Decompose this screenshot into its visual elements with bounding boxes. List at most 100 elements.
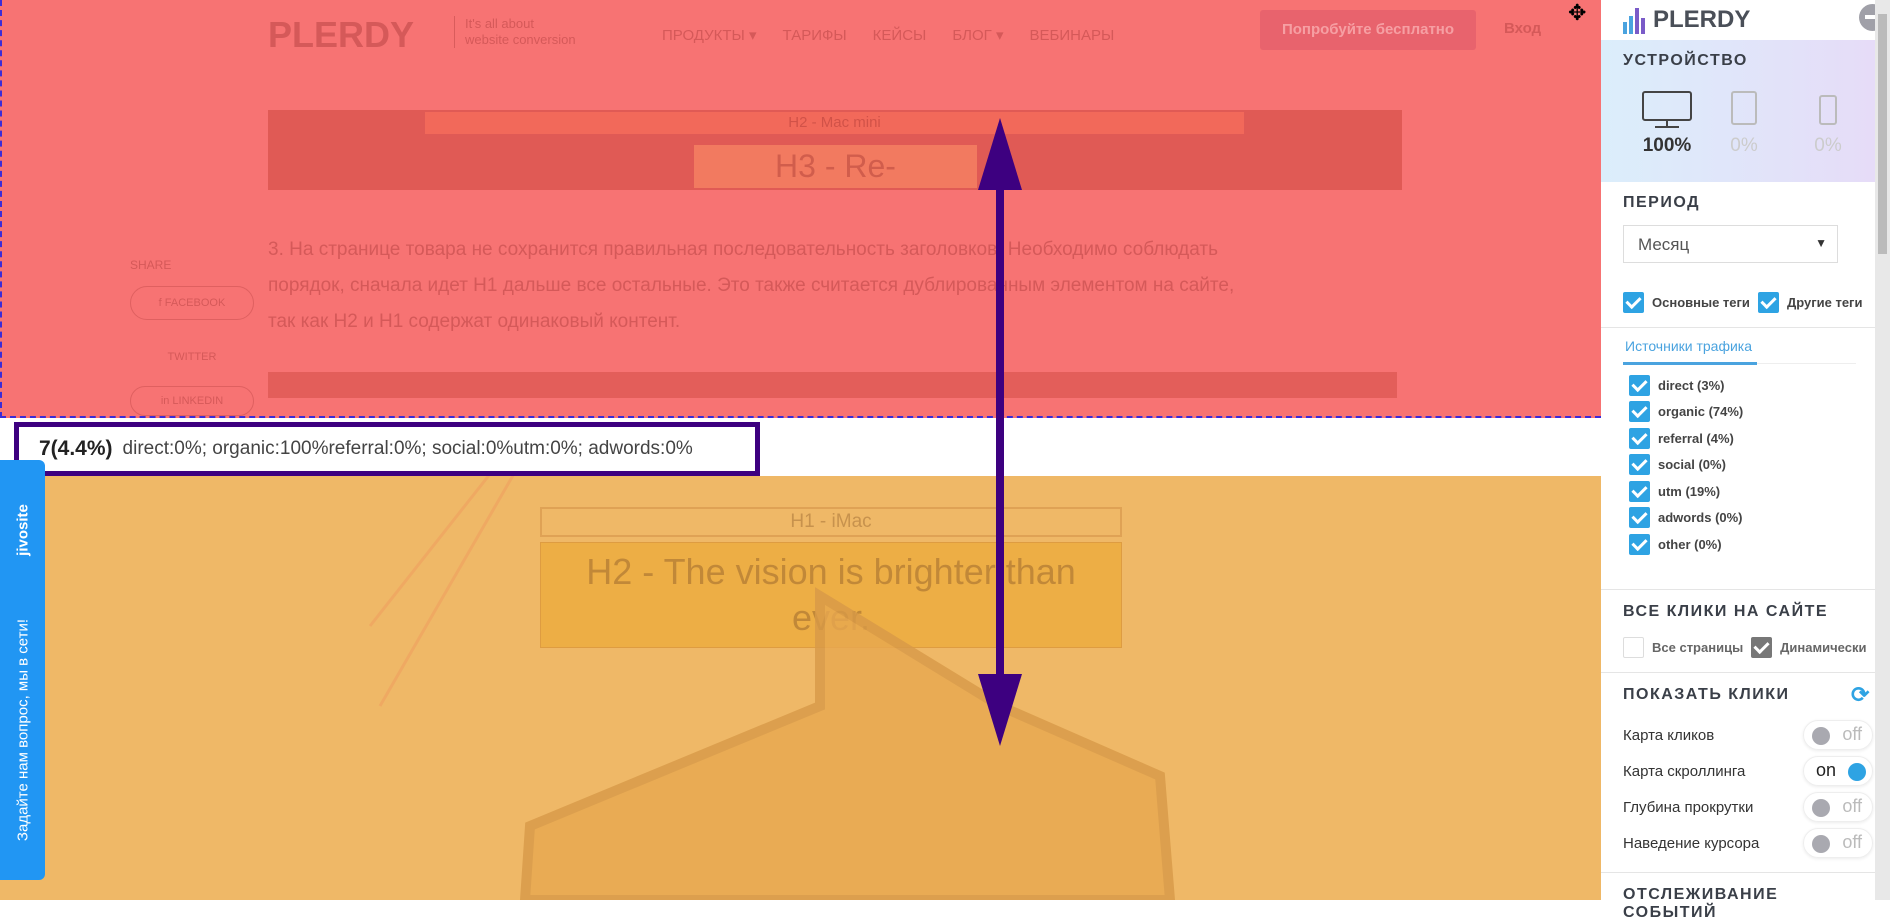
linkedin-share-button[interactable]: in LINKEDIN (130, 386, 254, 416)
refresh-icon[interactable]: ⟳ (1851, 682, 1869, 708)
toggle-switch[interactable]: off (1803, 828, 1873, 858)
decorative-arrow (368, 476, 491, 627)
device-title: УСТРОЙСТВО (1623, 52, 1748, 69)
checkbox[interactable] (1629, 481, 1650, 502)
double-arrow-icon (978, 118, 1022, 746)
source-label: utm (19%) (1658, 484, 1721, 499)
main-tags-checkbox[interactable] (1623, 292, 1644, 313)
toggle-state: on (1816, 760, 1837, 780)
divider (1601, 327, 1875, 328)
checkbox[interactable] (1629, 375, 1650, 396)
plerdy-panel: PLERDY УСТРОЙСТВО 100% 0% 0% ПЕРИОД Меся… (1601, 0, 1886, 921)
jivosite-brand: jivosite (14, 504, 31, 556)
nav-item[interactable]: БЛОГ ▾ (952, 27, 1003, 44)
scrollbar-thumb[interactable] (1878, 14, 1887, 254)
all-clicks-title: ВСЕ КЛИКИ НА САЙТЕ (1623, 603, 1829, 620)
site-nav: ПРОДУКТЫ ▾ ТАРИФЫ КЕЙСЫ БЛОГ ▾ ВЕБИНАРЫ (662, 26, 1140, 45)
period-select[interactable]: Месяц ▼ (1623, 225, 1838, 263)
toggle-switch[interactable]: off (1803, 792, 1873, 822)
checkbox[interactable] (1629, 534, 1650, 555)
tagline-line: It's all about (465, 16, 534, 31)
source-item[interactable]: direct (3%) (1629, 375, 1724, 396)
events-tracking-title[interactable]: ОТСЛЕЖИВАНИЕ СОБЫТИЙ (1623, 886, 1875, 922)
plerdy-logo-icon (1623, 8, 1645, 34)
toggle-switch[interactable]: off (1803, 720, 1873, 750)
toggle-scroll-map: Карта скроллинга on (1623, 756, 1873, 786)
scroll-heatmap-warm-zone: H1 - iMac H2 - The vision is brighter th… (0, 476, 1601, 900)
all-pages-label: Все страницы (1652, 640, 1744, 655)
mobile-percent: 0% (1814, 135, 1842, 156)
dynamic-label: Динамически (1780, 640, 1867, 655)
source-item[interactable]: organic (74%) (1629, 401, 1743, 422)
tooltip-count: 7(4.4%) (39, 437, 113, 460)
toggle-label: Карта кликов (1623, 726, 1715, 744)
source-label: adwords (0%) (1658, 510, 1743, 525)
twitter-share-button[interactable]: TWITTER (142, 340, 242, 374)
toggle-state: off (1842, 796, 1862, 816)
device-section: УСТРОЙСТВО 100% 0% 0% (1601, 40, 1875, 182)
try-free-button[interactable]: Попробуйте бесплатно (1260, 10, 1476, 50)
checkbox[interactable] (1629, 454, 1650, 475)
toggle-label: Наведение курсора (1623, 834, 1760, 852)
scroll-depth-tooltip: 7(4.4%) direct:0%; organic:100%referral:… (14, 422, 760, 476)
toggle-switch[interactable]: on (1803, 756, 1873, 786)
mobile-icon (1819, 95, 1837, 125)
device-mobile[interactable]: 0% (1803, 90, 1853, 157)
period-title: ПЕРИОД (1623, 194, 1700, 211)
h3-label: H3 - Re- (694, 145, 977, 188)
share-label: SHARE (130, 258, 172, 272)
site-logo: PLERDY (268, 14, 415, 55)
toggle-state: off (1842, 724, 1862, 744)
device-tablet[interactable]: 0% (1719, 90, 1769, 157)
facebook-share-button[interactable]: f FACEBOOK (130, 286, 254, 320)
laptop-shape (519, 587, 1176, 900)
login-link[interactable]: Вход (1504, 20, 1541, 37)
nav-item[interactable]: КЕЙСЫ (873, 27, 927, 44)
source-item[interactable]: other (0%) (1629, 534, 1722, 555)
main-tags-label: Основные теги (1652, 295, 1750, 310)
tab-underline (1623, 362, 1757, 365)
dynamic-checkbox[interactable] (1751, 637, 1773, 658)
desktop-percent: 100% (1642, 135, 1692, 156)
move-cursor-icon: ✥ (1568, 0, 1587, 25)
show-clicks-title: ПОКАЗАТЬ КЛИКИ (1623, 686, 1790, 703)
period-selected: Месяц (1638, 235, 1690, 254)
checkbox[interactable] (1629, 401, 1650, 422)
scroll-heatmap-hot-zone: PLERDY It's all about website conversion … (0, 0, 1601, 418)
source-label: social (0%) (1658, 457, 1726, 472)
device-desktop[interactable]: 100% (1639, 90, 1695, 157)
nav-item[interactable]: ПРОДУКТЫ ▾ (662, 27, 757, 44)
tab-traffic-sources[interactable]: Источники трафика (1625, 338, 1752, 354)
toggle-state: off (1842, 832, 1862, 852)
source-item[interactable]: social (0%) (1629, 454, 1726, 475)
source-label: organic (74%) (1658, 404, 1744, 419)
other-tags-label: Другие теги (1786, 295, 1863, 310)
tablet-percent: 0% (1730, 135, 1758, 156)
checkbox[interactable] (1629, 428, 1650, 449)
toggle-scroll-depth: Глубина прокрутки off (1623, 792, 1873, 822)
toggle-hover: Наведение курсора off (1623, 828, 1873, 858)
tags-row: Основные теги Другие теги (1623, 292, 1862, 313)
jivosite-text: Задайте нам вопрос, мы в сети! (14, 618, 31, 842)
nav-item[interactable]: ВЕБИНАРЫ (1030, 27, 1115, 44)
toggle-click-map: Карта кликов off (1623, 720, 1873, 750)
toggle-label: Глубина прокрутки (1623, 798, 1754, 816)
divider (1601, 872, 1875, 873)
divider (1601, 672, 1875, 673)
other-tags-checkbox[interactable] (1757, 292, 1779, 313)
tablet-icon (1731, 91, 1757, 125)
nav-item[interactable]: ТАРИФЫ (783, 27, 847, 44)
tooltip-details: direct:0%; organic:100%referral:0%; soci… (122, 438, 693, 459)
tagline-line: website conversion (465, 32, 576, 47)
site-tagline: It's all about website conversion (454, 16, 576, 48)
all-clicks-options: Все страницы Динамически (1623, 637, 1866, 658)
jivosite-chat-tab[interactable]: jivosite Задайте нам вопрос, мы в сети! (0, 460, 45, 880)
divider (1601, 589, 1875, 590)
all-pages-checkbox[interactable] (1623, 637, 1644, 658)
source-item[interactable]: utm (19%) (1629, 481, 1720, 502)
source-item[interactable]: adwords (0%) (1629, 507, 1743, 528)
checkbox[interactable] (1629, 507, 1650, 528)
panel-logo-text: PLERDY (1653, 6, 1751, 33)
source-label: other (0%) (1658, 537, 1722, 552)
source-item[interactable]: referral (4%) (1629, 428, 1734, 449)
